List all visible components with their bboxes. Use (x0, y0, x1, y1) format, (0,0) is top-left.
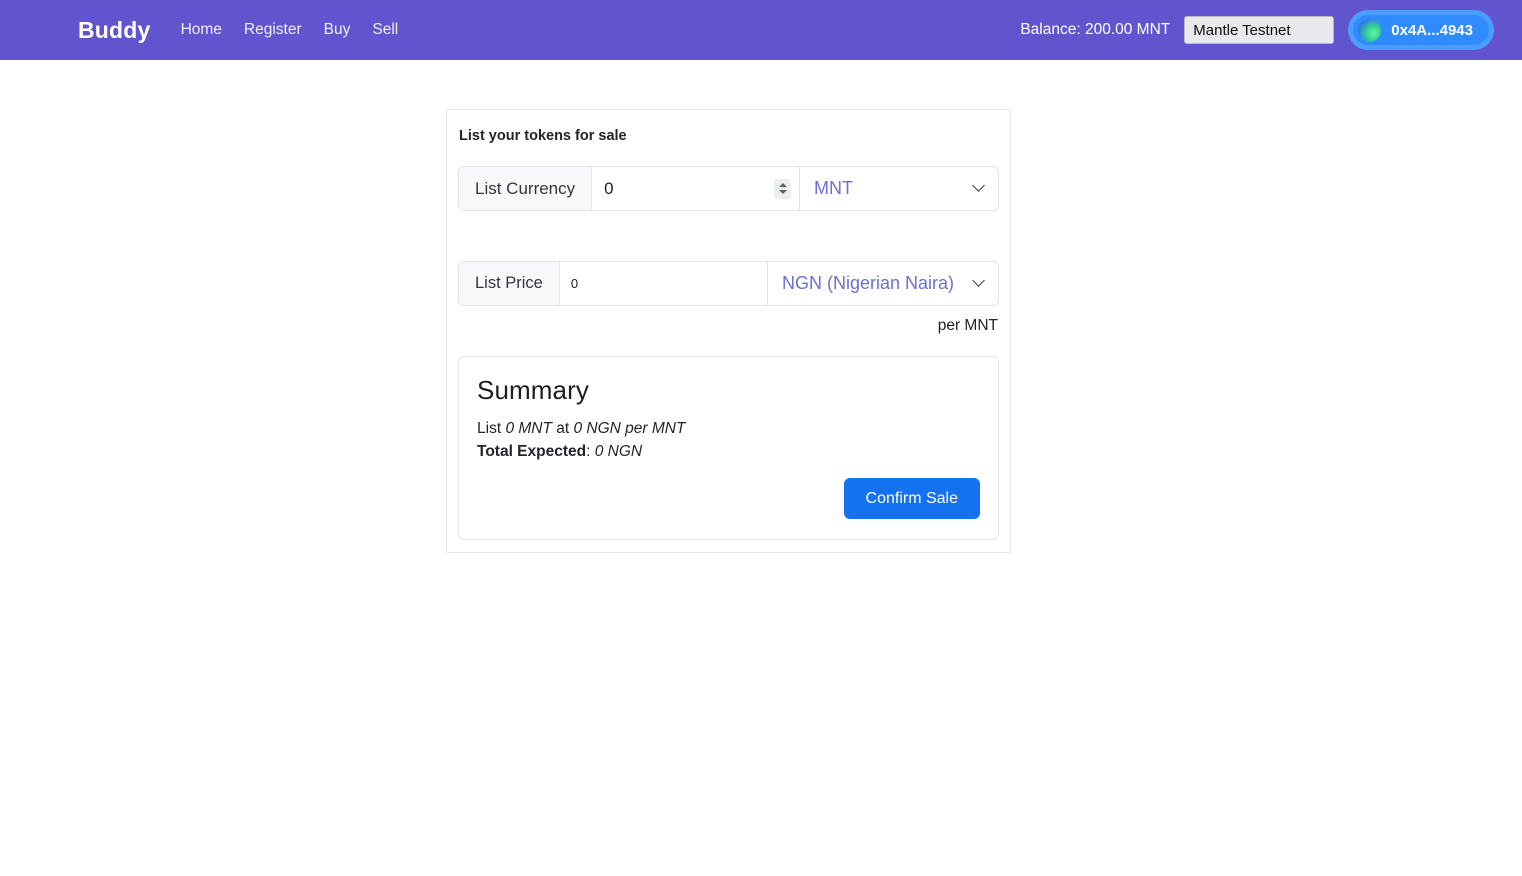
list-price-group: List Price NGN (Nigerian Naira) (458, 261, 999, 306)
list-price-input[interactable] (559, 262, 767, 305)
row-spacer (458, 211, 999, 261)
nav-links: Home Register Buy Sell (181, 22, 399, 38)
summary-list-mid: at (551, 420, 574, 437)
network-select-wrapper[interactable]: Mantle Testnet (1184, 16, 1335, 44)
token-currency-value: MNT (814, 178, 853, 198)
top-navbar: Buddy Home Register Buy Sell Balance: 20… (0, 0, 1522, 60)
page-body: List your tokens for sale List Currency … (0, 60, 1522, 876)
summary-total-separator: : (586, 443, 595, 460)
summary-list-line: List 0 MNT at 0 NGN per MNT (477, 420, 980, 438)
summary-button-row: Confirm Sale (477, 478, 980, 519)
wallet-address-label: 0x4A...4943 (1391, 21, 1473, 39)
network-select[interactable]: Mantle Testnet (1184, 16, 1335, 44)
summary-total-label: Total Expected (477, 443, 587, 460)
token-currency-select[interactable]: MNT (799, 167, 998, 210)
nav-link-buy[interactable]: Buy (324, 22, 351, 38)
per-unit-label: per MNT (937, 317, 998, 334)
summary-panel: Summary List 0 MNT at 0 NGN per MNT Tota… (458, 356, 999, 540)
wallet-balance: Balance: 200.00 MNT (1020, 21, 1171, 39)
fiat-currency-select[interactable]: NGN (Nigerian Naira) (767, 262, 998, 305)
confirm-sale-button[interactable]: Confirm Sale (843, 478, 980, 519)
sell-listing-card: List your tokens for sale List Currency … (446, 109, 1011, 553)
spinner-down-arrow-icon[interactable] (778, 190, 787, 194)
spinner-up-arrow-icon[interactable] (778, 183, 787, 187)
nav-link-sell[interactable]: Sell (372, 22, 398, 38)
list-price-label: List Price (459, 262, 560, 305)
summary-heading: Summary (477, 375, 589, 405)
list-currency-amount-input[interactable] (592, 167, 774, 210)
nav-link-home[interactable]: Home (181, 22, 222, 38)
wallet-avatar-icon (1358, 18, 1382, 42)
chevron-down-icon (972, 179, 985, 192)
number-spinner-icon[interactable] (774, 178, 791, 199)
list-currency-group: List Currency MNT (458, 166, 999, 211)
chevron-down-icon (972, 274, 985, 287)
summary-list-prefix: List (477, 420, 506, 437)
summary-list-amount: 0 MNT (505, 420, 552, 437)
summary-total-value: 0 NGN (594, 443, 643, 460)
brand-logo[interactable]: Buddy (78, 18, 151, 42)
summary-list-rate: 0 NGN per MNT (573, 420, 686, 437)
list-currency-label: List Currency (459, 167, 593, 210)
navbar-right-group: Balance: 200.00 MNT Mantle Testnet 0x4A.… (1020, 10, 1494, 50)
wallet-button[interactable]: 0x4A...4943 (1348, 10, 1494, 50)
nav-link-register[interactable]: Register (244, 22, 302, 38)
card-title: List your tokens for sale (459, 128, 627, 144)
fiat-currency-value: NGN (Nigerian Naira) (782, 273, 955, 293)
summary-total-line: Total Expected: 0 NGN (477, 443, 980, 461)
